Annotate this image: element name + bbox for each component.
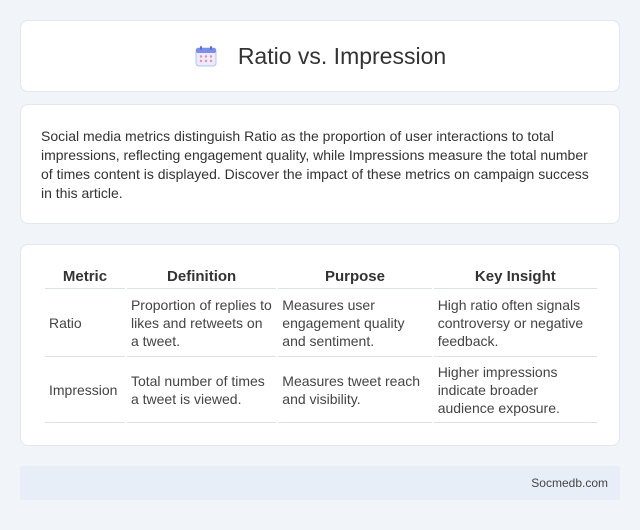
cell-key-insight: Higher impressions indicate broader audi… [433,357,597,423]
cell-key-insight: High ratio often signals controversy or … [433,289,597,357]
footer: Socmedb.com [20,466,620,500]
table-header-row: Metric Definition Purpose Key Insight [45,267,597,289]
cell-metric: Ratio [45,289,125,357]
cell-metric: Impression [45,357,125,423]
header-metric: Metric [45,267,125,289]
calendar-icon [194,44,218,68]
table-row: Ratio Proportion of replies to likes and… [45,289,597,357]
header-definition: Definition [126,267,277,289]
cell-definition: Total number of times a tweet is viewed. [126,357,277,423]
title-wrap: Ratio vs. Impression [194,43,446,70]
page-title: Ratio vs. Impression [237,42,447,69]
intro-text: Social media metrics distinguish Ratio a… [41,128,589,201]
table-row: Impression Total number of times a tweet… [45,357,597,423]
header-purpose: Purpose [278,267,432,289]
header-card: Ratio vs. Impression [20,20,620,92]
header-key-insight: Key Insight [433,267,597,289]
cell-purpose: Measures user engagement quality and sen… [278,289,432,357]
cell-purpose: Measures tweet reach and visibility. [278,357,432,423]
cell-definition: Proportion of replies to likes and retwe… [126,289,277,357]
intro-card: Social media metrics distinguish Ratio a… [20,104,620,224]
comparison-table: Metric Definition Purpose Key Insight Ra… [43,267,599,423]
footer-site-link[interactable]: Socmedb.com [531,476,608,490]
table-card: Metric Definition Purpose Key Insight Ra… [20,244,620,446]
